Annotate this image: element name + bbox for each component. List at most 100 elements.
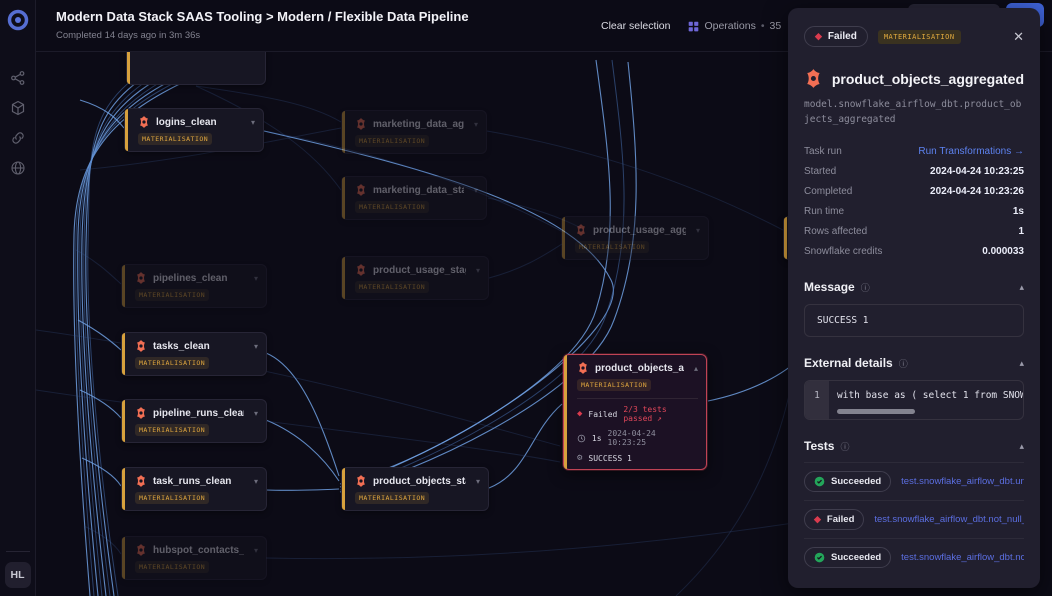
node-type-badge: MATERIALISATION bbox=[135, 289, 209, 301]
operations-label: Operations bbox=[704, 20, 755, 32]
chevron-down-icon[interactable]: ▾ bbox=[247, 118, 255, 127]
close-icon[interactable]: ✕ bbox=[1013, 29, 1024, 45]
node-divider bbox=[577, 398, 698, 399]
tests-passed-link[interactable]: 2/3 tests passed ↗ bbox=[623, 405, 698, 423]
node-type-badge: MATERIALISATION bbox=[138, 133, 212, 145]
detail-row: Run time 1s bbox=[804, 201, 1024, 221]
chevron-down-icon[interactable]: ▾ bbox=[250, 342, 258, 351]
tests-list: Succeeded test.snowflake_airflow_dbt.uniq… bbox=[804, 463, 1024, 576]
node-message: SUCCESS 1 bbox=[588, 454, 631, 463]
task-run-link[interactable]: Run Transformations → bbox=[918, 146, 1024, 157]
node-product_objects_staging[interactable]: product_objects_staging▾MATERIALISATION bbox=[341, 467, 489, 511]
pipeline-graph-icon[interactable] bbox=[10, 70, 26, 86]
chevron-down-icon[interactable]: ▾ bbox=[250, 409, 258, 418]
node-label: product_usage_staging bbox=[373, 265, 466, 276]
run-status-subtitle: Completed 14 days ago in 3m 36s bbox=[56, 30, 200, 41]
horizontal-scrollbar[interactable] bbox=[837, 409, 915, 414]
dbt-icon bbox=[138, 116, 150, 128]
test-status-label: Succeeded bbox=[831, 476, 881, 487]
check-circle-icon bbox=[814, 552, 825, 563]
detail-row: Snowflake credits0.000033 bbox=[804, 241, 1024, 261]
node-type-badge: MATERIALISATION bbox=[577, 379, 651, 391]
node-pipelines_clean[interactable]: pipelines_clean▾MATERIALISATION bbox=[121, 264, 267, 308]
detail-label: Snowflake credits bbox=[804, 246, 882, 257]
chevron-down-icon[interactable]: ▾ bbox=[250, 546, 258, 555]
test-link[interactable]: test.snowflake_airflow_dbt.not_null_pr bbox=[901, 552, 1024, 563]
failed-diamond-icon: ◆ bbox=[577, 410, 582, 419]
code-line-number: 1 bbox=[805, 381, 829, 419]
node-message-row: ⚙SUCCESS 1 bbox=[577, 453, 698, 463]
dbt-icon bbox=[135, 407, 147, 419]
clock-icon bbox=[577, 434, 586, 443]
node-label: product_usage_aggregated bbox=[593, 225, 686, 236]
node-hubspot_contacts_clean[interactable]: hubspot_contacts_clean▾MATERIALISATION bbox=[121, 536, 267, 580]
details-list: Task runRun Transformations →Started2024… bbox=[804, 141, 1024, 261]
chevron-down-icon[interactable]: ▾ bbox=[472, 477, 480, 486]
status-badge-label: Failed bbox=[828, 31, 857, 42]
environments-globe-icon[interactable] bbox=[10, 160, 26, 176]
collapse-icon[interactable]: ▴ bbox=[1019, 282, 1024, 293]
node-runtime-row: 1s 2024-04-24 10:23:25 bbox=[577, 429, 698, 447]
node-product_usage_aggregated[interactable]: product_usage_aggregated▾MATERIALISATION bbox=[561, 216, 709, 260]
node-marketing_data_staging[interactable]: marketing_data_staging▾MATERIALISATION bbox=[341, 176, 487, 220]
status-badge: ◆ Failed bbox=[804, 26, 868, 47]
detail-row: Started2024-04-24 10:23:25 bbox=[804, 161, 1024, 181]
test-link[interactable]: test.snowflake_airflow_dbt.unique_pro bbox=[901, 476, 1024, 487]
failed-diamond-icon: ◆ bbox=[815, 32, 822, 41]
detail-label: Completed bbox=[804, 186, 852, 197]
node-label: product_objects_aggregated bbox=[595, 363, 684, 374]
chevron-down-icon[interactable]: ▾ bbox=[470, 120, 478, 129]
dbt-icon bbox=[355, 475, 367, 487]
chevron-down-icon[interactable]: ▾ bbox=[472, 266, 480, 275]
info-icon[interactable]: ⓘ bbox=[840, 440, 849, 453]
model-path: model.snowflake_airflow_dbt.product_obje… bbox=[804, 97, 1024, 127]
node-logins_clean[interactable]: logins_clean ▾ MATERIALISATION bbox=[124, 108, 264, 152]
info-icon[interactable]: ⓘ bbox=[861, 281, 870, 294]
node-label: product_objects_staging bbox=[373, 476, 466, 487]
external-details-section-header: External details ⓘ ▴ bbox=[804, 356, 1024, 370]
sidebar-divider bbox=[6, 551, 30, 552]
user-avatar[interactable]: HL bbox=[5, 562, 31, 588]
chevron-down-icon[interactable]: ▾ bbox=[692, 226, 700, 235]
node-tasks_clean[interactable]: tasks_clean▾MATERIALISATION bbox=[121, 332, 267, 376]
node-product_objects_aggregated[interactable]: product_objects_aggregated ▴ MATERIALISATI… bbox=[563, 354, 707, 470]
app-logo[interactable] bbox=[6, 8, 30, 32]
clear-selection-button[interactable]: Clear selection bbox=[601, 20, 670, 32]
dbt-icon bbox=[135, 272, 147, 284]
node-timestamp: 2024-04-24 10:23:25 bbox=[608, 429, 698, 447]
node-label: task_runs_clean bbox=[153, 476, 231, 487]
node-product_usage_staging[interactable]: product_usage_staging ▾ MATERIALISATION bbox=[341, 256, 489, 300]
test-status-label: Failed bbox=[827, 514, 854, 525]
node-label: logins_clean bbox=[156, 117, 217, 128]
info-icon[interactable]: ⓘ bbox=[899, 357, 908, 370]
chevron-down-icon[interactable]: ▾ bbox=[470, 186, 478, 195]
node-pipeline_runs_clean[interactable]: pipeline_runs_clean▾MATERIALISATION bbox=[121, 399, 267, 443]
node-label: marketing_data_staging bbox=[373, 185, 464, 196]
detail-value: 2024-04-24 10:23:25 bbox=[930, 166, 1024, 177]
connections-link-icon[interactable] bbox=[10, 130, 26, 146]
chevron-down-icon[interactable]: ▾ bbox=[250, 477, 258, 486]
chevron-down-icon[interactable]: ▾ bbox=[250, 274, 258, 283]
node-task_runs_clean[interactable]: task_runs_clean▾MATERIALISATION bbox=[121, 467, 267, 511]
message-header-label: Message bbox=[804, 280, 855, 294]
collapse-icon[interactable]: ▴ bbox=[1019, 358, 1024, 369]
test-row: Succeeded test.snowflake_airflow_dbt.uniq… bbox=[804, 463, 1024, 501]
detail-label: Run time bbox=[804, 206, 844, 217]
detail-value: 1s bbox=[1013, 206, 1024, 217]
grid-icon bbox=[688, 21, 699, 32]
integrations-cube-icon[interactable] bbox=[10, 100, 26, 116]
node-test-status-row: ◆ Failed 2/3 tests passed ↗ bbox=[577, 405, 698, 423]
node-status-label: Failed bbox=[588, 410, 617, 419]
detail-row: Task runRun Transformations → bbox=[804, 141, 1024, 161]
operations-filter-chip[interactable]: Operations • 35 bbox=[688, 20, 781, 32]
node-marketing_data_aggregated[interactable]: marketing_data_aggregated▾MATERIALISATIO… bbox=[341, 110, 487, 154]
node-duration: 1s bbox=[592, 434, 602, 443]
collapse-icon[interactable]: ▴ bbox=[1019, 441, 1024, 452]
detail-value: 2024-04-24 10:23:26 bbox=[930, 186, 1024, 197]
test-link[interactable]: test.snowflake_airflow_dbt.not_null_pr bbox=[874, 514, 1024, 525]
tests-section-header: Tests ⓘ ▴ bbox=[804, 439, 1024, 453]
node-type-badge: MATERIALISATION bbox=[355, 281, 429, 293]
chevron-up-icon[interactable]: ▴ bbox=[690, 364, 698, 373]
dbt-icon bbox=[135, 544, 147, 556]
dbt-icon bbox=[575, 224, 587, 236]
